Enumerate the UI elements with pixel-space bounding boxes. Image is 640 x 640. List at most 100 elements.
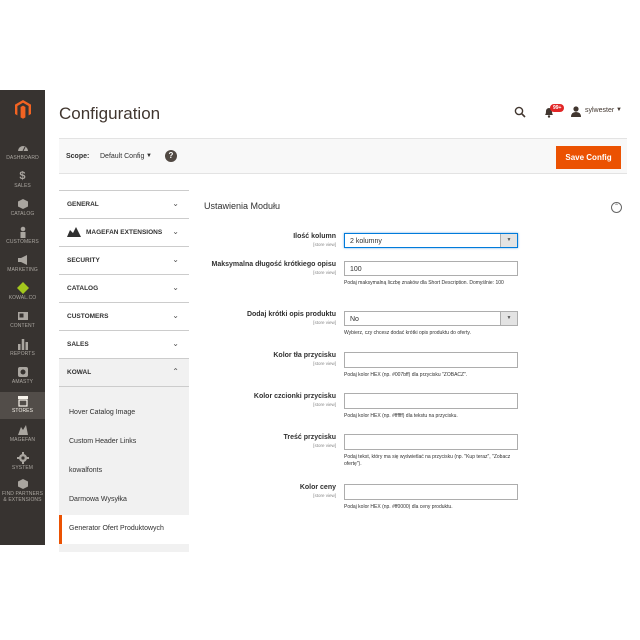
field-label: Kolor tła przycisku xyxy=(273,352,336,359)
nav-amasty[interactable]: AMASTY xyxy=(0,366,45,385)
collapse-toggle-icon[interactable]: ⌃ xyxy=(611,202,622,213)
nav-label: MAGEFAN xyxy=(9,437,36,443)
nav-magefan[interactable]: MAGEFAN xyxy=(0,424,45,443)
megaphone-icon xyxy=(17,255,27,265)
field-note: Podaj kolor HEX (np. #007bff) dla przyci… xyxy=(344,372,468,378)
chevron-down-icon: ⌄ xyxy=(172,311,179,320)
dashboard-icon xyxy=(17,146,28,152)
magefan-icon xyxy=(17,425,28,435)
field-label: Treść przycisku xyxy=(283,434,336,441)
field-label: Dodaj krótki opis produktu xyxy=(246,311,336,318)
nav-label: MARKETING xyxy=(7,267,38,273)
button-text-input[interactable] xyxy=(344,434,518,450)
page-title: Configuration xyxy=(59,104,161,123)
subtab-darmowa-wysylka[interactable]: Darmowa Wysyłka xyxy=(59,486,189,515)
field-scope: [store view] xyxy=(313,493,336,498)
field-scope: [store view] xyxy=(313,402,336,407)
nav-label: SALES xyxy=(14,183,31,189)
nav-label: DASHBOARD xyxy=(6,155,39,161)
nav-find-partners[interactable]: FIND PARTNERS & EXTENSIONS xyxy=(0,478,45,503)
nav-label: CUSTOMERS xyxy=(6,239,39,245)
nav-sales[interactable]: $ SALES xyxy=(0,170,45,189)
help-icon[interactable]: ? xyxy=(165,150,177,162)
select-value: No xyxy=(350,316,359,323)
search-icon[interactable] xyxy=(514,106,526,118)
subtab-generator-ofert[interactable]: Generator Ofert Produktowych xyxy=(59,515,189,544)
nav-system[interactable]: SYSTEM xyxy=(0,452,45,471)
tab-label: GENERAL xyxy=(67,201,99,208)
field-note: Podaj maksymalną liczbę znaków dla Short… xyxy=(344,280,504,286)
field-note: Podaj kolor HEX (np. #ffffff) dla tekstu… xyxy=(344,413,458,419)
cube-icon xyxy=(17,199,28,209)
tab-kowal-spacer xyxy=(59,387,189,399)
price-color-input[interactable] xyxy=(344,484,518,500)
tab-label: KOWAL xyxy=(67,369,92,376)
subtab-label: Generator Ofert Produktowych xyxy=(69,525,164,532)
nav-catalog[interactable]: CATALOG xyxy=(0,198,45,217)
nav-customers[interactable]: CUSTOMERS xyxy=(0,226,45,245)
subtab-label: Custom Header Links xyxy=(69,438,137,445)
magento-logo[interactable] xyxy=(0,90,45,128)
nav-reports[interactable]: REPORTS xyxy=(0,338,45,357)
button-bg-input[interactable] xyxy=(344,352,518,368)
chevron-down-icon: ⌄ xyxy=(172,283,179,292)
nav-label: CATALOG xyxy=(10,211,35,217)
chevron-down-icon: ⌄ xyxy=(172,199,179,208)
tab-general[interactable]: GENERAL ⌄ xyxy=(59,190,189,219)
max-length-input[interactable]: 100 xyxy=(344,261,518,276)
tab-kowal-bottom xyxy=(59,544,189,552)
button-font-input[interactable] xyxy=(344,393,518,409)
chevron-down-icon: ⌄ xyxy=(172,339,179,348)
tab-label: SECURITY xyxy=(67,257,100,264)
select-value: 2 kolumny xyxy=(350,238,382,245)
user-icon[interactable] xyxy=(571,106,581,117)
nav-dashboard[interactable]: DASHBOARD xyxy=(0,142,45,161)
field-note: Wybierz, czy chcesz dodać krótki opis pr… xyxy=(344,330,471,336)
nav-stores[interactable]: STORES xyxy=(0,392,45,419)
chevron-up-icon: ⌃ xyxy=(172,367,179,376)
subtab-label: kowalfonts xyxy=(69,467,103,474)
tab-label: SALES xyxy=(67,341,89,348)
kowal-diamond-icon xyxy=(16,282,29,294)
select-arrow-icon: ▼ xyxy=(500,234,517,247)
nav-label: STORES xyxy=(11,408,34,414)
tab-catalog[interactable]: CATALOG ⌄ xyxy=(59,274,189,303)
scope-caret-icon[interactable]: ▼ xyxy=(146,153,152,159)
field-note: Podaj tekst, który ma się wyświetlać na … xyxy=(344,454,511,467)
subtab-custom-header-links[interactable]: Custom Header Links xyxy=(59,428,189,457)
nav-label: REPORTS xyxy=(10,351,35,357)
nav-marketing[interactable]: MARKETING xyxy=(0,254,45,273)
nav-content[interactable]: CONTENT xyxy=(0,310,45,329)
subtab-hover-catalog-image[interactable]: Hover Catalog Image xyxy=(59,399,189,428)
field-note: Podaj kolor HEX (np. #ff0000) dla ceny p… xyxy=(344,504,453,510)
tab-label: CATALOG xyxy=(67,285,99,292)
tab-sales[interactable]: SALES ⌄ xyxy=(59,330,189,359)
nav-label: FIND PARTNERS & EXTENSIONS xyxy=(1,491,44,503)
tab-customers[interactable]: CUSTOMERS ⌄ xyxy=(59,302,189,331)
short-desc-select[interactable]: No ▼ xyxy=(344,311,518,326)
field-scope: [store view] xyxy=(313,242,336,247)
tab-security[interactable]: SECURITY ⌄ xyxy=(59,246,189,275)
save-config-button[interactable]: Save Config xyxy=(556,146,621,169)
notifications-badge[interactable]: 99+ xyxy=(550,104,565,112)
tab-magefan-extensions[interactable]: MAGEFAN EXTENSIONS ⌄ xyxy=(59,218,189,247)
user-menu[interactable]: sylwester xyxy=(585,107,614,114)
nav-label: CONTENT xyxy=(10,323,35,329)
magefan-logo-icon xyxy=(67,227,81,237)
gear-icon xyxy=(16,452,29,464)
store-icon xyxy=(17,396,28,407)
user-caret-icon[interactable]: ▼ xyxy=(616,107,622,113)
nav-kowal-co[interactable]: KOWAL.CO xyxy=(0,282,45,301)
field-scope: [store view] xyxy=(313,270,336,275)
section-title[interactable]: Ustawienia Modułu xyxy=(204,201,280,211)
amasty-icon xyxy=(17,367,28,377)
subtab-label: Hover Catalog Image xyxy=(69,409,136,416)
config-tabs: GENERAL ⌄ MAGEFAN EXTENSIONS ⌄ SECURITY … xyxy=(59,190,189,552)
magento-logo-icon xyxy=(14,99,31,119)
columns-select[interactable]: 2 kolumny ▼ xyxy=(344,233,518,248)
scope-switcher[interactable]: Default Config xyxy=(100,153,144,160)
subtab-kowalfonts[interactable]: kowalfonts xyxy=(59,457,189,486)
tab-kowal[interactable]: KOWAL ⌃ xyxy=(59,358,189,387)
field-scope: [store view] xyxy=(313,361,336,366)
select-arrow-icon: ▼ xyxy=(500,312,517,325)
